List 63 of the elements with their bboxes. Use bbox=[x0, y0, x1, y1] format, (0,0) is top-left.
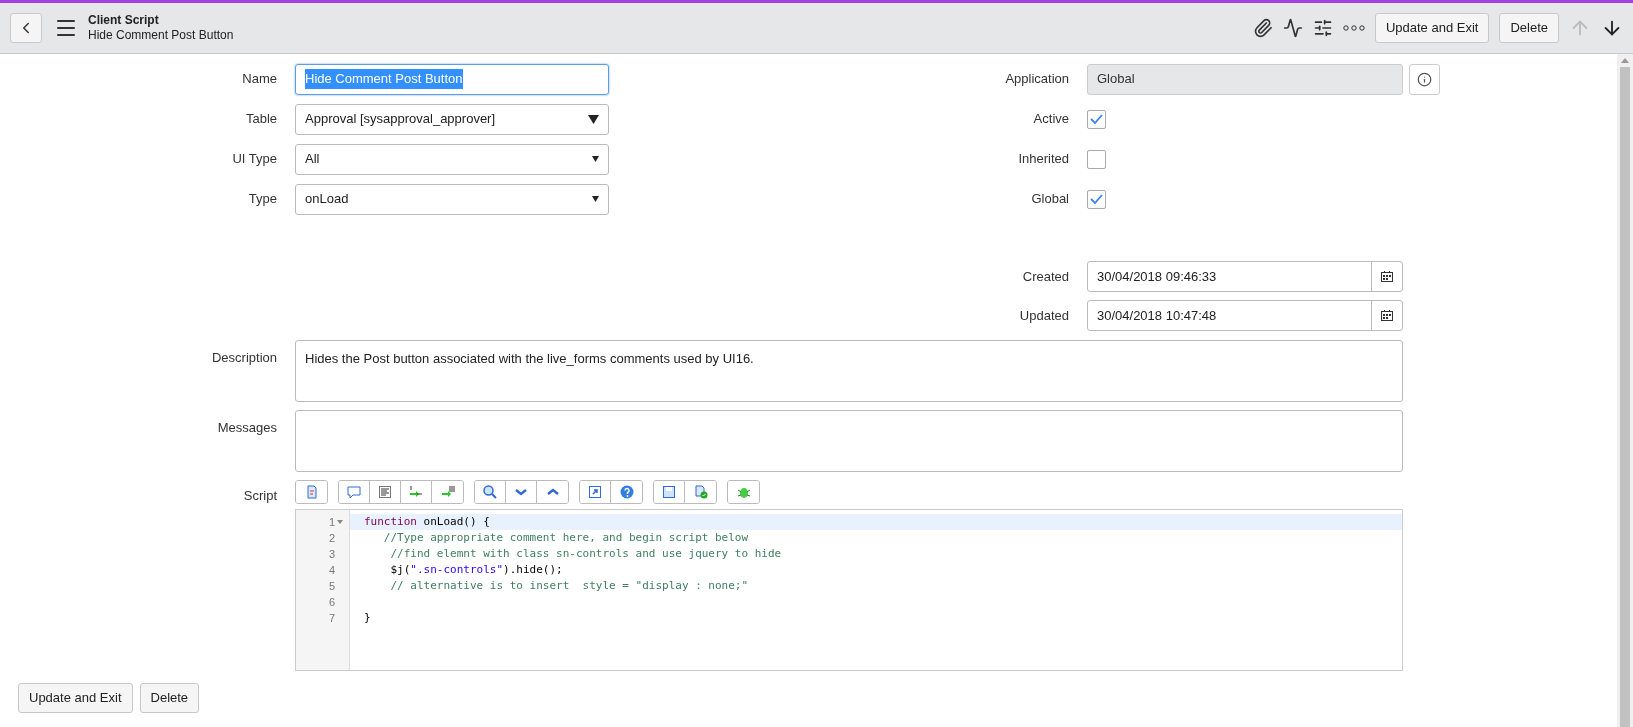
line-number: 5 bbox=[328, 578, 335, 594]
code-line: } bbox=[363, 610, 372, 626]
save-icon[interactable] bbox=[654, 481, 685, 503]
action-button[interactable]: Update and Exit bbox=[18, 683, 133, 713]
messages-field[interactable] bbox=[295, 410, 1403, 472]
checkbox[interactable] bbox=[1087, 189, 1106, 209]
field-label: Type bbox=[247, 190, 278, 209]
field-label: Messages bbox=[216, 419, 278, 437]
field-label: Global bbox=[1030, 190, 1070, 209]
field-label: Description bbox=[210, 349, 278, 367]
action-button[interactable]: Delete bbox=[1499, 13, 1559, 43]
line-number: 2 bbox=[328, 530, 335, 546]
line-number: 3 bbox=[328, 546, 335, 562]
action-button[interactable]: Update and Exit bbox=[1374, 13, 1490, 43]
record-name: Hide Comment Post Button bbox=[88, 28, 234, 43]
line-number: 7 bbox=[328, 610, 335, 626]
search-icon[interactable] bbox=[475, 481, 506, 503]
code-line: //Type appropriate comment here, and begin script below bbox=[382, 530, 750, 546]
line-number: 1 bbox=[328, 514, 335, 530]
field-label: Inherited bbox=[1017, 150, 1070, 169]
select-field[interactable]: All bbox=[295, 143, 609, 175]
checkbox[interactable] bbox=[1087, 149, 1106, 169]
back-button[interactable] bbox=[10, 13, 42, 43]
field-label: Script bbox=[242, 487, 278, 505]
paperclip-icon[interactable] bbox=[1252, 18, 1273, 38]
dropdown-icon bbox=[592, 196, 599, 202]
activity-icon[interactable] bbox=[1282, 18, 1303, 38]
sliders-icon[interactable] bbox=[1312, 18, 1333, 38]
code-line: // alternative is to insert style = "display : none;" bbox=[389, 578, 750, 594]
bug-icon[interactable] bbox=[728, 481, 759, 503]
info-icon bbox=[1417, 71, 1432, 87]
calendar-icon bbox=[1381, 310, 1393, 321]
dropdown-icon bbox=[588, 114, 599, 124]
form-title: Client Script bbox=[88, 13, 160, 28]
scrollbar[interactable] bbox=[1617, 54, 1633, 727]
field-label: UI Type bbox=[231, 150, 278, 169]
description-field[interactable]: Hides the Post button associated with the live_forms comments used by UI16. bbox=[295, 340, 1403, 402]
field-label: Table bbox=[244, 110, 278, 129]
checkbox[interactable] bbox=[1087, 109, 1106, 129]
action-button[interactable]: Delete bbox=[139, 683, 200, 713]
date-field[interactable]: 30/04/2018 10:47:48 bbox=[1087, 300, 1403, 331]
application-field: Global bbox=[1087, 63, 1403, 95]
comment-icon[interactable] bbox=[339, 481, 370, 503]
fold-icon[interactable] bbox=[337, 520, 343, 524]
field-label: Updated bbox=[1018, 306, 1070, 325]
dropdown-icon bbox=[592, 156, 599, 162]
field-label: Created bbox=[1021, 267, 1070, 286]
scroll-up-icon[interactable] bbox=[1621, 58, 1629, 63]
line-number: 4 bbox=[328, 562, 335, 578]
field-label: Application bbox=[1004, 70, 1070, 89]
line-number: 6 bbox=[328, 594, 335, 610]
select-field[interactable]: onLoad bbox=[295, 183, 609, 215]
select-field[interactable]: Approval [sysapproval_approver] bbox=[295, 103, 609, 135]
expand-icon[interactable] bbox=[580, 481, 611, 503]
script-format-icon[interactable] bbox=[296, 481, 327, 503]
date-field[interactable]: 30/04/2018 09:46:33 bbox=[1087, 261, 1403, 292]
info-button[interactable] bbox=[1409, 63, 1440, 95]
field-label: Active bbox=[1032, 110, 1070, 129]
calendar-icon bbox=[1381, 271, 1393, 282]
field-label: Name bbox=[241, 70, 278, 89]
code-line: $j(".sn-controls").hide(); bbox=[389, 562, 564, 578]
code-line: //find elemnt with class sn-controls and use jquery to hide bbox=[389, 546, 783, 562]
more-icon[interactable] bbox=[1342, 25, 1365, 31]
